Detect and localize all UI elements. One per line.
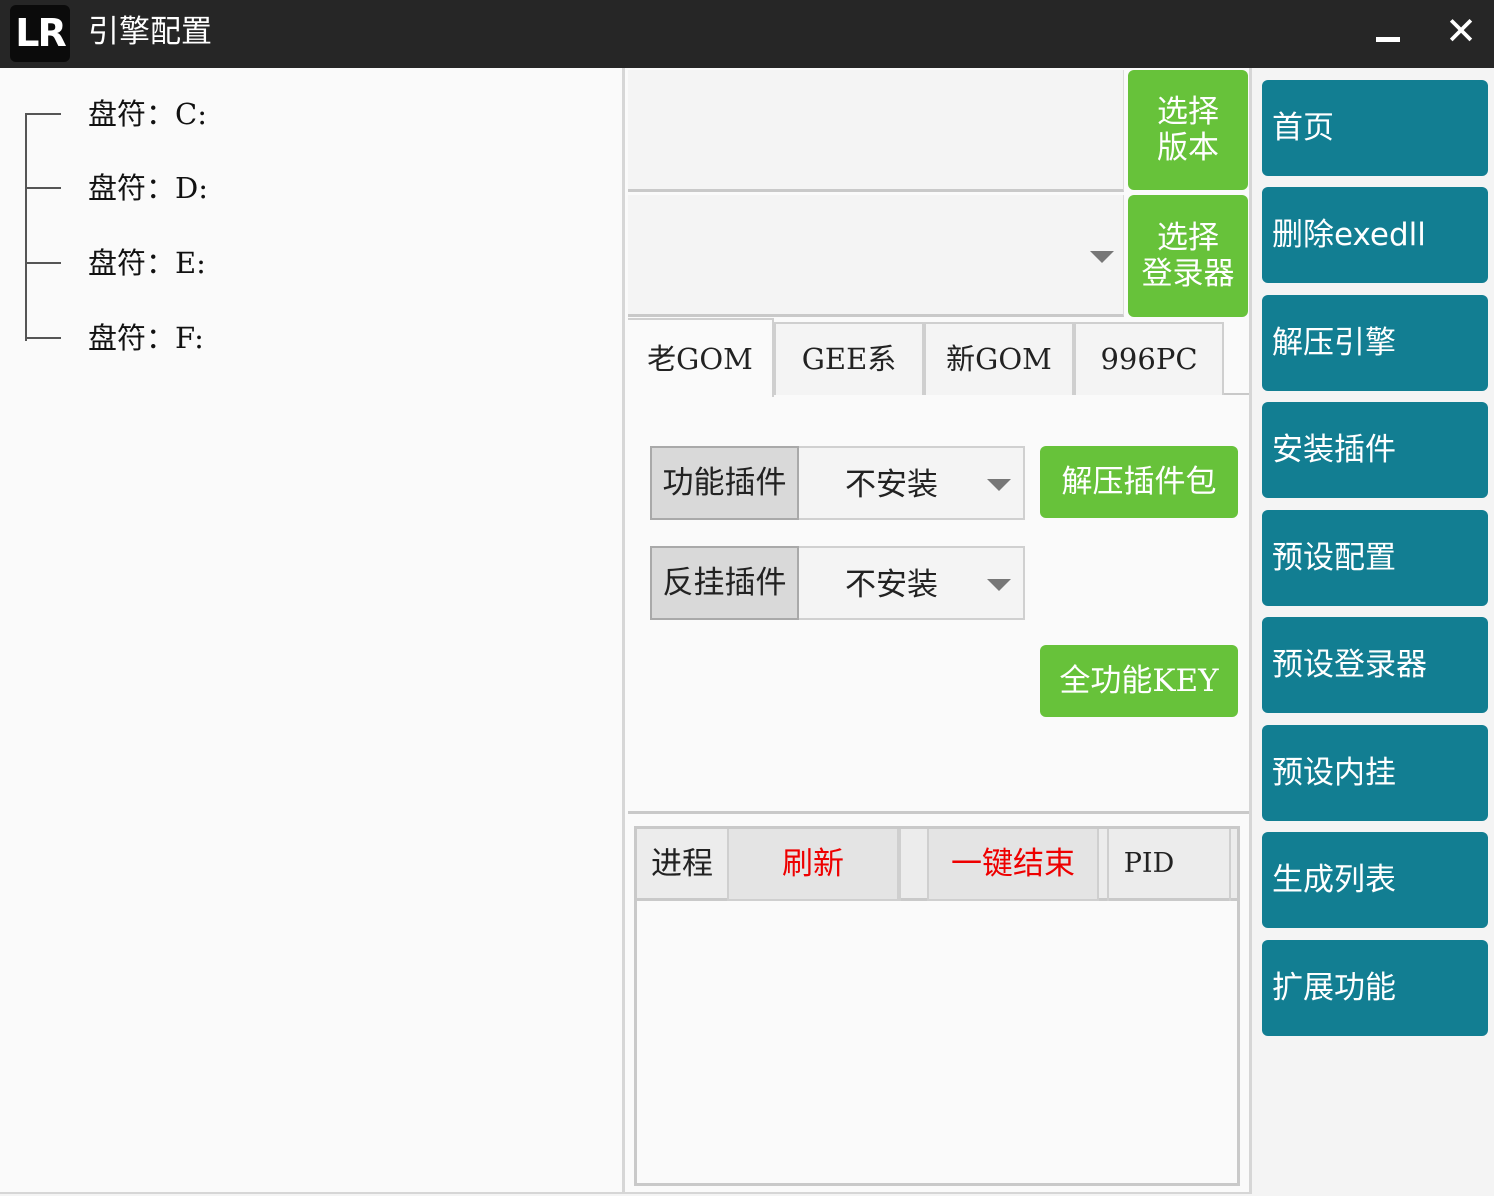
- nav-install-plugin-button[interactable]: 安装插件: [1262, 402, 1488, 498]
- select-version-button[interactable]: 选择 版本: [1128, 70, 1248, 190]
- nav-extend-button[interactable]: 扩展功能: [1262, 940, 1488, 1036]
- minimize-icon[interactable]: [1362, 8, 1412, 58]
- nav-delete-exedll-button[interactable]: 删除exedll: [1262, 187, 1488, 283]
- tree-connector-line: [25, 115, 27, 341]
- tab-996pc[interactable]: 996PC: [1074, 322, 1224, 395]
- select-version-label-line2: 版本: [1157, 130, 1219, 166]
- tree-branch-line: [25, 187, 61, 189]
- select-login-button[interactable]: 选择 登录器: [1128, 195, 1248, 317]
- anticheat-plugin-select[interactable]: 不安装: [799, 546, 1025, 620]
- kill-all-button[interactable]: 一键结束: [927, 829, 1099, 901]
- tab-label: 老GOM: [647, 342, 753, 376]
- chevron-down-icon: [987, 479, 1011, 491]
- unzip-plugin-button[interactable]: 解压插件包: [1040, 446, 1238, 518]
- window-title: 引擎配置: [88, 14, 212, 50]
- anticheat-plugin-label: 反挂插件: [650, 546, 799, 620]
- tree-branch-line: [25, 113, 61, 115]
- function-plugin-value: 不安装: [845, 467, 938, 503]
- tree-item-label: 盘符：E:: [88, 246, 206, 280]
- column-separator: [899, 829, 901, 901]
- tree-item-label: 盘符：C:: [88, 97, 207, 131]
- tab-label: 新GOM: [946, 342, 1052, 376]
- chevron-down-icon: [987, 579, 1011, 591]
- title-bar: LR 引擎配置 ✕: [0, 0, 1494, 68]
- full-feature-key-button[interactable]: 全功能KEY: [1040, 645, 1238, 717]
- process-table-header: 进程 刷新 一键结束 PID: [637, 829, 1237, 901]
- function-plugin-select[interactable]: 不安装: [799, 446, 1025, 520]
- tree-branch-line: [25, 262, 61, 264]
- engine-tabs: 老GOM GEE系 新GOM 996PC 功能插件 不安装 解压插件包 反挂插件…: [628, 318, 1249, 814]
- tree-item-label: 盘符：F:: [88, 321, 204, 355]
- app-logo: LR: [10, 5, 70, 62]
- nav-generate-list-button[interactable]: 生成列表: [1262, 832, 1488, 928]
- tab-gee[interactable]: GEE系: [774, 322, 924, 395]
- tab-old-gom[interactable]: 老GOM: [628, 318, 774, 397]
- config-panel: 选择 版本 选择 登录器 老GOM GEE系 新GOM 996PC 功能插件 不…: [625, 68, 1252, 1194]
- tab-label: 996PC: [1100, 342, 1198, 376]
- drive-tree: 盘符：C: 盘符：D: 盘符：E: 盘符：F:: [0, 68, 625, 1194]
- column-process: 进程: [651, 846, 713, 882]
- function-plugin-label: 功能插件: [650, 446, 799, 520]
- nav-preset-config-button[interactable]: 预设配置: [1262, 510, 1488, 606]
- tree-item-label: 盘符：D:: [88, 171, 209, 205]
- login-dropdown[interactable]: [628, 195, 1124, 317]
- column-pid: PID: [1123, 848, 1175, 879]
- tab-new-gom[interactable]: 新GOM: [924, 322, 1074, 395]
- select-version-label-line1: 选择: [1157, 94, 1219, 130]
- nav-unzip-engine-button[interactable]: 解压引擎: [1262, 295, 1488, 391]
- column-separator: [1229, 829, 1231, 901]
- tree-branch-line: [25, 337, 61, 339]
- close-icon[interactable]: ✕: [1436, 6, 1486, 56]
- nav-preset-login-button[interactable]: 预设登录器: [1262, 617, 1488, 713]
- version-field[interactable]: [628, 70, 1124, 192]
- refresh-button[interactable]: 刷新: [727, 829, 899, 901]
- chevron-down-icon: [1090, 251, 1114, 263]
- nav-preset-cheat-button[interactable]: 预设内挂: [1262, 725, 1488, 821]
- anticheat-plugin-value: 不安装: [845, 567, 938, 603]
- select-login-label-line1: 选择: [1157, 220, 1219, 256]
- select-login-label-line2: 登录器: [1141, 256, 1235, 292]
- nav-home-button[interactable]: 首页: [1262, 80, 1488, 176]
- side-nav: 首页 删除exedll 解压引擎 安装插件 预设配置 预设登录器 预设内挂 生成…: [1252, 68, 1494, 1194]
- tab-label: GEE系: [801, 342, 897, 376]
- process-list-body[interactable]: [637, 901, 1237, 1183]
- process-table: 进程 刷新 一键结束 PID: [634, 826, 1240, 1186]
